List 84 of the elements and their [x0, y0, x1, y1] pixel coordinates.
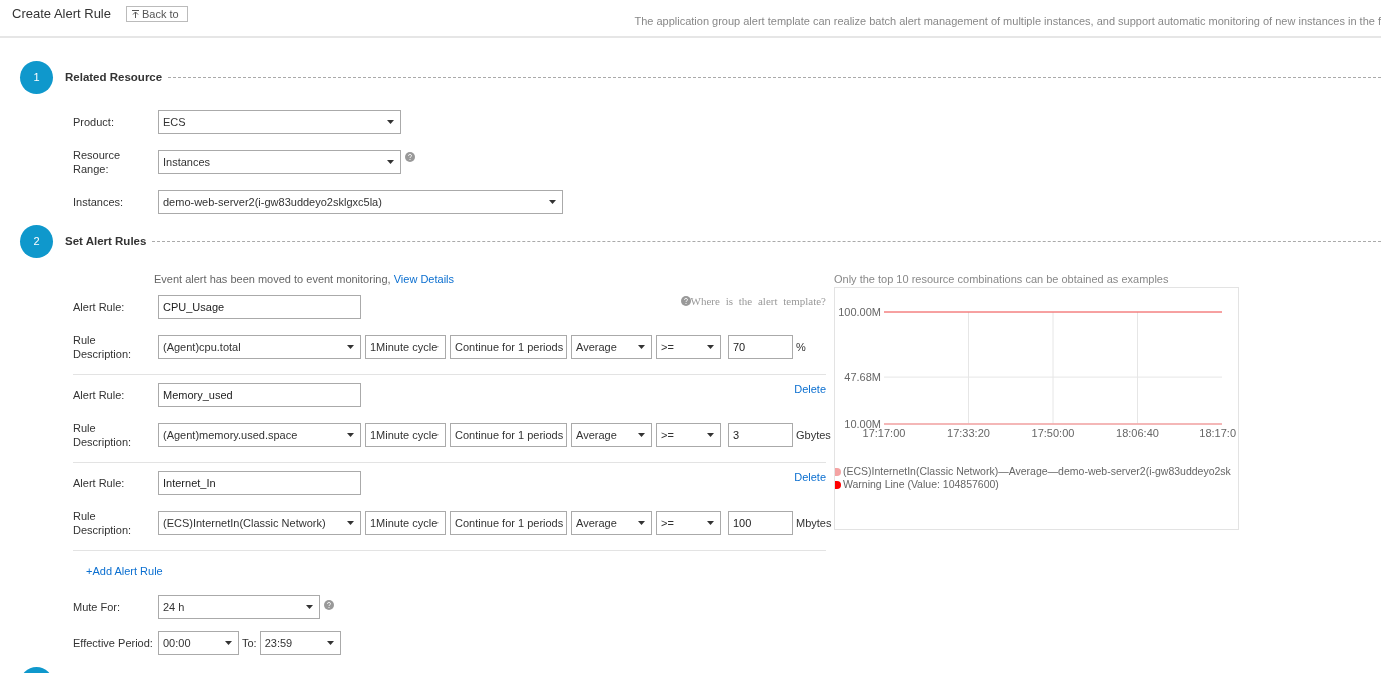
axis-label: 10.00M — [844, 418, 881, 430]
select-field[interactable]: Continue for 1 periods — [450, 335, 567, 359]
caret-icon — [638, 433, 645, 437]
axis-label: 18:06:40 — [1116, 427, 1159, 439]
add-rule-link[interactable]: +Add Alert Rule — [86, 565, 163, 577]
select-field[interactable]: Continue for 1 periods — [450, 423, 567, 447]
select-field[interactable]: Average — [571, 335, 652, 359]
field-label: Product: — [73, 115, 115, 129]
field-label: Mute For: — [73, 600, 122, 615]
help-icon — [324, 600, 334, 610]
field-label: Alert Rule: — [73, 388, 126, 403]
select-field[interactable]: Continue for 1 periods — [450, 511, 567, 535]
field-label: Alert Rule: — [73, 300, 126, 315]
caret-icon — [638, 345, 645, 349]
field-label: Effective Period: — [73, 636, 154, 651]
select-field[interactable]: 00:00 — [158, 631, 239, 655]
select-field[interactable]: (ECS)InternetIn(Classic Network) — [158, 511, 361, 535]
caret-icon — [326, 641, 334, 645]
unit-label: Mbytes — [796, 517, 832, 529]
select-field[interactable]: 24 h — [158, 595, 320, 619]
header-notice: The application group alert template can realize batch alert management of multiple instances, and support automatic monitoring of new instances in the f — [634, 15, 1381, 27]
field-label: To: — [242, 637, 257, 649]
unit-label: Gbytes — [796, 429, 831, 441]
section-title: Set Alert Rules — [65, 235, 147, 247]
delete-link[interactable]: Delete — [794, 383, 826, 395]
select-field[interactable]: 1Minute cycle — [365, 511, 446, 535]
axis-label: 47.68M — [844, 371, 881, 384]
step-number: 2 — [20, 224, 53, 258]
field-label: Rule Description: — [73, 333, 133, 361]
axis-label: 100.00M — [838, 306, 881, 318]
select-field[interactable]: 23:59 — [259, 631, 341, 655]
field-label: Resource Range: — [73, 148, 122, 176]
legend-label: Warning Line (Value: 104857600) — [843, 478, 999, 491]
select-field[interactable]: Average — [571, 511, 652, 535]
input-field[interactable]: Memory_used — [158, 383, 361, 407]
field-label: Rule Description: — [73, 421, 133, 449]
axis-label: 17:17:00 — [862, 427, 906, 439]
select-field[interactable]: Instances — [158, 150, 401, 174]
caret-icon — [707, 433, 714, 437]
select-field[interactable]: >= — [656, 511, 721, 535]
step-number: 1 — [20, 60, 53, 94]
caret-icon — [306, 605, 313, 609]
axis-label: 18:17:0 — [1199, 427, 1236, 439]
back-button[interactable]: Back to — [126, 6, 188, 22]
select-field[interactable]: 1Minute cycle — [365, 335, 446, 359]
field-label: Alert Rule: — [73, 476, 126, 491]
help-icon — [405, 152, 415, 162]
caret-icon — [387, 160, 394, 164]
select-field[interactable]: (Agent)memory.used.space — [158, 423, 361, 447]
field-label: Instances: — [73, 195, 125, 209]
select-field[interactable]: ECS — [158, 110, 401, 134]
legend-label: (ECS)InternetIn(Classic Network)—Average—demo-web-server2(i-gw83uddeyo2sk — [843, 465, 1231, 478]
select-field[interactable]: >= — [656, 335, 721, 359]
select-field[interactable]: (Agent)cpu.total — [158, 335, 361, 359]
input-field[interactable]: 100 — [728, 511, 793, 535]
input-field[interactable]: Internet_In — [158, 471, 361, 495]
caret-icon — [707, 345, 714, 349]
input-field[interactable]: 3 — [728, 423, 793, 447]
caret-icon — [549, 200, 556, 204]
axis-label: 17:33:20 — [947, 427, 990, 439]
view-details-link[interactable]: View Details — [393, 273, 455, 285]
upload-arrow-icon — [132, 10, 139, 18]
select-field[interactable]: Average — [571, 423, 652, 447]
caret-icon — [638, 521, 645, 525]
select-field[interactable]: >= — [656, 423, 721, 447]
caret-icon — [347, 521, 354, 525]
caret-icon — [347, 433, 354, 437]
select-field[interactable]: 1Minute cycle — [365, 423, 446, 447]
caret-icon — [707, 521, 714, 525]
unit-label: % — [796, 341, 806, 353]
section-title: Related Resource — [65, 71, 163, 83]
notice-text: Event alert has been moved to event monitoring, View Details — [154, 273, 456, 287]
select-field[interactable]: demo-web-server2(i-gw83uddeyo2sklgxc5la) — [158, 190, 563, 214]
chart-caption: Only the top 10 resource combinations can be obtained as examples — [834, 273, 1170, 287]
input-field[interactable]: 70 — [728, 335, 793, 359]
caret-icon — [387, 120, 394, 124]
page-title: Create Alert Rule — [12, 6, 111, 21]
help-icon — [680, 296, 691, 306]
input-field[interactable]: CPU_Usage — [158, 295, 361, 319]
caret-icon — [225, 641, 232, 645]
axis-label: 17:50:00 — [1031, 427, 1075, 439]
delete-link[interactable]: Delete — [794, 471, 826, 483]
caret-icon — [347, 345, 354, 349]
field-label: Rule Description: — [73, 509, 133, 537]
